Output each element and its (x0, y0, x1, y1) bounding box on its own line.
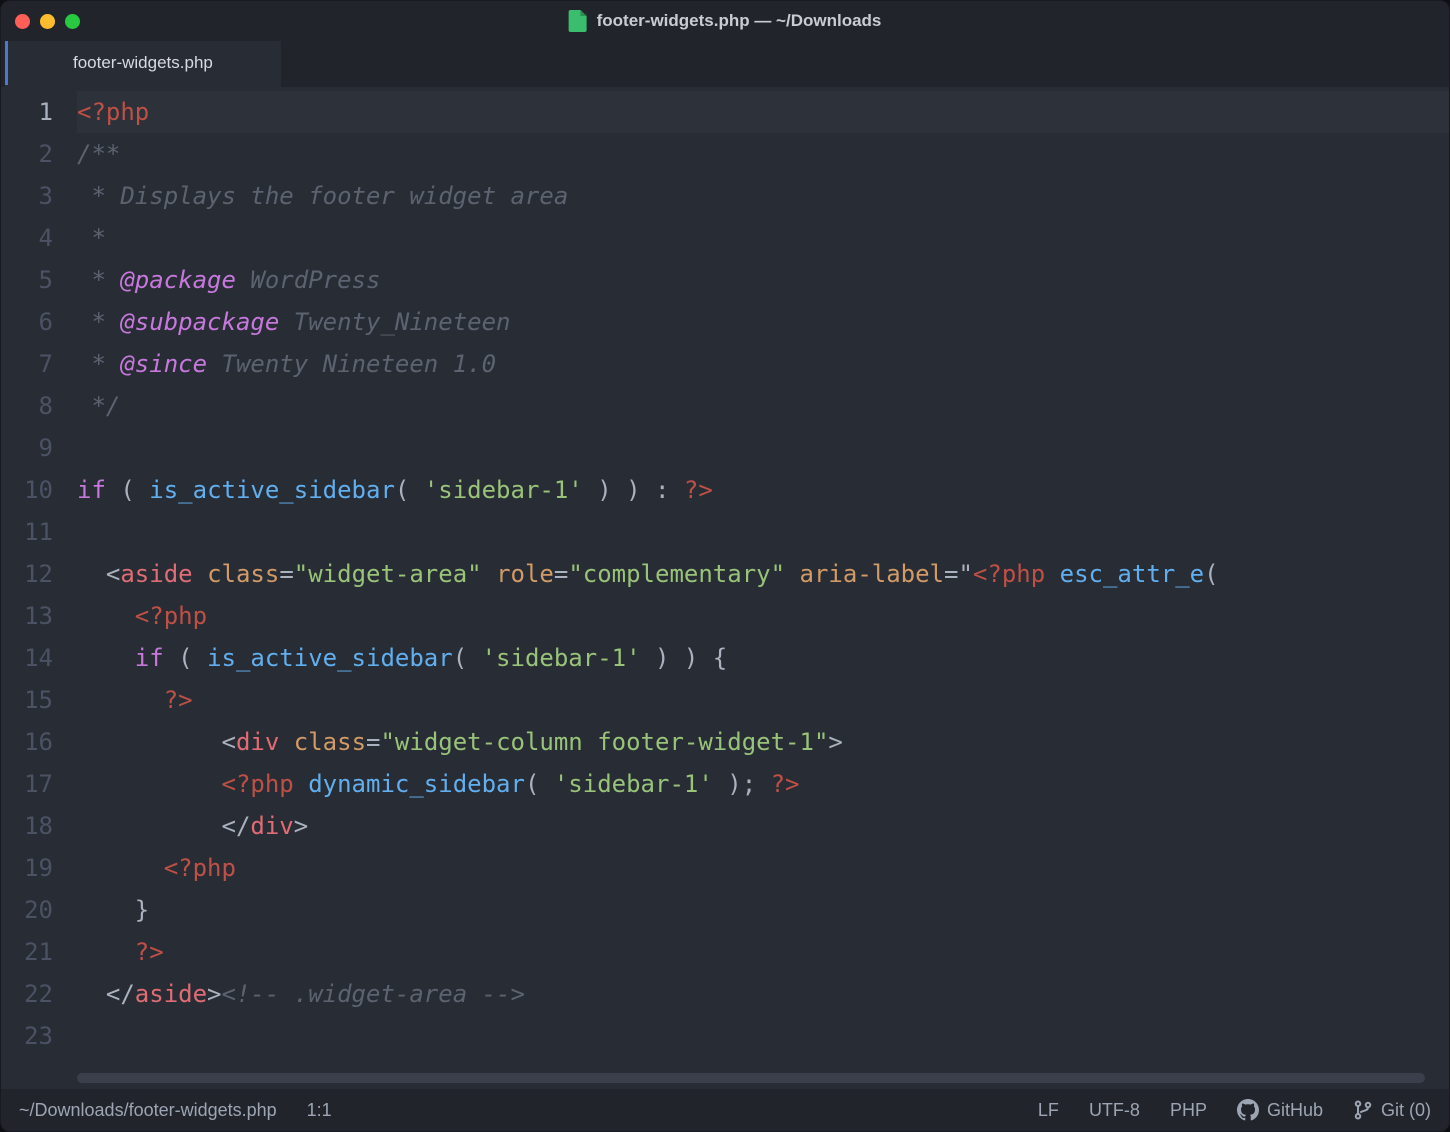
line-number: 7 (1, 343, 53, 385)
horizontal-scrollbar[interactable] (77, 1073, 1425, 1083)
code-line[interactable]: } (77, 889, 1449, 931)
status-file-path-text: ~/Downloads/footer-widgets.php (19, 1100, 277, 1121)
code-line[interactable] (77, 427, 1449, 469)
code-line[interactable]: * Displays the footer widget area (77, 175, 1449, 217)
line-number: 12 (1, 553, 53, 595)
line-number: 17 (1, 763, 53, 805)
status-grammar-text: PHP (1170, 1100, 1207, 1121)
tab-footer-widgets[interactable]: footer-widgets.php (5, 41, 281, 87)
code-line[interactable]: </div> (77, 805, 1449, 847)
line-number: 23 (1, 1015, 53, 1057)
code-line[interactable]: if ( is_active_sidebar( 'sidebar-1' ) ) … (77, 637, 1449, 679)
minimap-scroll-track[interactable] (1433, 87, 1447, 1089)
code-line[interactable]: ?> (77, 679, 1449, 721)
code-line[interactable]: <?php (77, 847, 1449, 889)
line-number: 9 (1, 427, 53, 469)
title-bar: footer-widgets.php — ~/Downloads (1, 1, 1449, 41)
line-number: 5 (1, 259, 53, 301)
code-line[interactable]: <div class="widget-column footer-widget-… (77, 721, 1449, 763)
line-number: 16 (1, 721, 53, 763)
line-number: 2 (1, 133, 53, 175)
window-controls (15, 14, 80, 29)
code-line[interactable]: * @subpackage Twenty_Nineteen (77, 301, 1449, 343)
code-line[interactable]: if ( is_active_sidebar( 'sidebar-1' ) ) … (77, 469, 1449, 511)
line-number: 4 (1, 217, 53, 259)
code-line[interactable]: * (77, 217, 1449, 259)
code-line[interactable]: <aside class="widget-area" role="complem… (77, 553, 1449, 595)
status-bar: ~/Downloads/footer-widgets.php 1:1 LF UT… (1, 1089, 1449, 1131)
code-line[interactable] (77, 511, 1449, 553)
minimize-window-button[interactable] (40, 14, 55, 29)
line-number: 18 (1, 805, 53, 847)
line-number: 20 (1, 889, 53, 931)
line-number-gutter: 1234567891011121314151617181920212223 (1, 87, 67, 1089)
github-icon (1237, 1099, 1259, 1121)
line-number: 15 (1, 679, 53, 721)
status-line-ending-text: LF (1038, 1100, 1059, 1121)
status-line-ending[interactable]: LF (1038, 1100, 1059, 1121)
code-line[interactable]: <?php dynamic_sidebar( 'sidebar-1' ); ?> (77, 763, 1449, 805)
code-line[interactable]: <?php (77, 595, 1449, 637)
status-git-text: Git (0) (1381, 1100, 1431, 1121)
status-github[interactable]: GitHub (1237, 1099, 1323, 1121)
line-number: 21 (1, 931, 53, 973)
code-editor[interactable]: 1234567891011121314151617181920212223 <?… (1, 87, 1449, 1089)
git-branch-icon (1353, 1100, 1373, 1120)
code-area[interactable]: <?php/** * Displays the footer widget ar… (67, 87, 1449, 1089)
status-encoding[interactable]: UTF-8 (1089, 1100, 1140, 1121)
code-line[interactable]: * @since Twenty Nineteen 1.0 (77, 343, 1449, 385)
code-line[interactable]: <?php (77, 91, 1449, 133)
window-title: footer-widgets.php — ~/Downloads (569, 10, 882, 32)
line-number: 6 (1, 301, 53, 343)
line-number: 11 (1, 511, 53, 553)
line-number: 13 (1, 595, 53, 637)
status-file-path[interactable]: ~/Downloads/footer-widgets.php (19, 1100, 277, 1121)
file-type-icon (569, 10, 587, 32)
window-title-text: footer-widgets.php — ~/Downloads (597, 11, 882, 31)
editor-window: footer-widgets.php — ~/Downloads footer-… (0, 0, 1450, 1132)
line-number: 1 (1, 91, 53, 133)
code-line[interactable]: ?> (77, 931, 1449, 973)
status-git-branch[interactable]: Git (0) (1353, 1100, 1431, 1121)
close-window-button[interactable] (15, 14, 30, 29)
status-grammar[interactable]: PHP (1170, 1100, 1207, 1121)
code-line[interactable]: </aside><!-- .widget-area --> (77, 973, 1449, 1015)
line-number: 19 (1, 847, 53, 889)
tab-bar: footer-widgets.php (1, 41, 1449, 87)
status-encoding-text: UTF-8 (1089, 1100, 1140, 1121)
tab-label: footer-widgets.php (73, 53, 213, 73)
status-cursor-text: 1:1 (307, 1100, 332, 1121)
status-cursor-position[interactable]: 1:1 (307, 1100, 332, 1121)
zoom-window-button[interactable] (65, 14, 80, 29)
code-line[interactable]: /** (77, 133, 1449, 175)
code-line[interactable] (77, 1015, 1449, 1057)
status-github-text: GitHub (1267, 1100, 1323, 1121)
code-line[interactable]: * @package WordPress (77, 259, 1449, 301)
code-line[interactable]: */ (77, 385, 1449, 427)
line-number: 22 (1, 973, 53, 1015)
line-number: 10 (1, 469, 53, 511)
line-number: 3 (1, 175, 53, 217)
line-number: 8 (1, 385, 53, 427)
line-number: 14 (1, 637, 53, 679)
